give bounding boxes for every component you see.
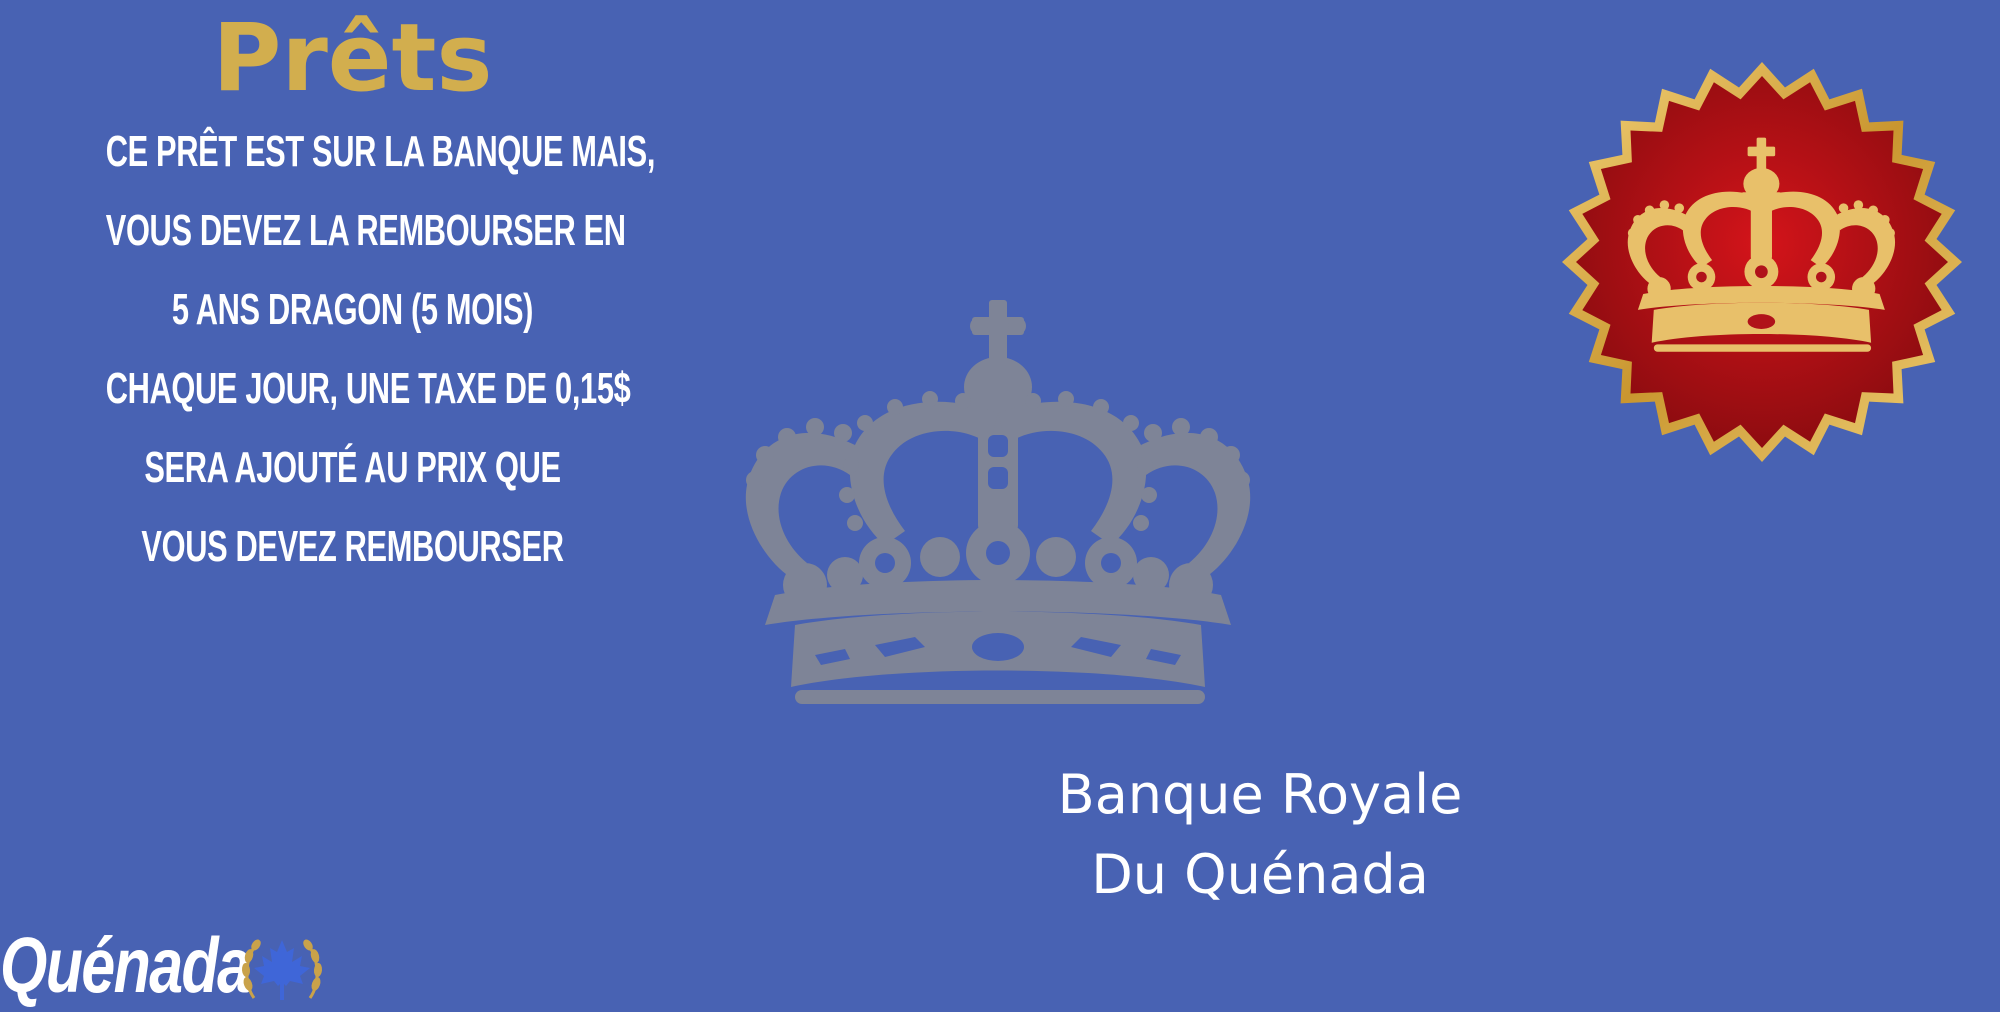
brand-logo: Quénada xyxy=(0,918,340,1009)
description-line: VOUS DEVEZ LA REMBOURSER EN xyxy=(105,206,626,255)
bank-name: Banque Royale Du Quénada xyxy=(1000,755,1520,915)
description-line: VOUS DEVEZ REMBOURSER xyxy=(141,522,564,571)
crown-icon xyxy=(745,300,1251,704)
bank-name-line1: Banque Royale xyxy=(1057,763,1463,826)
loan-description: CE PRÊT EST SUR LA BANQUE MAIS, VOUS DEV… xyxy=(0,112,705,586)
bank-name-line2: Du Quénada xyxy=(1091,843,1429,906)
description-line: CE PRÊT EST SUR LA BANQUE MAIS, xyxy=(105,127,656,176)
description-line: CHAQUE JOUR, UNE TAXE DE 0,15$ xyxy=(105,364,631,413)
maple-leaf-laurel-icon xyxy=(241,939,323,1000)
brand-wordmark: Quénada xyxy=(0,921,251,1009)
page-title: Prêts xyxy=(212,4,493,113)
description-line: SERA AJOUTÉ AU PRIX QUE xyxy=(144,443,561,492)
description-line: 5 ANS DRAGON (5 MOIS) xyxy=(171,285,534,334)
crown-seal-icon xyxy=(1562,62,1962,462)
